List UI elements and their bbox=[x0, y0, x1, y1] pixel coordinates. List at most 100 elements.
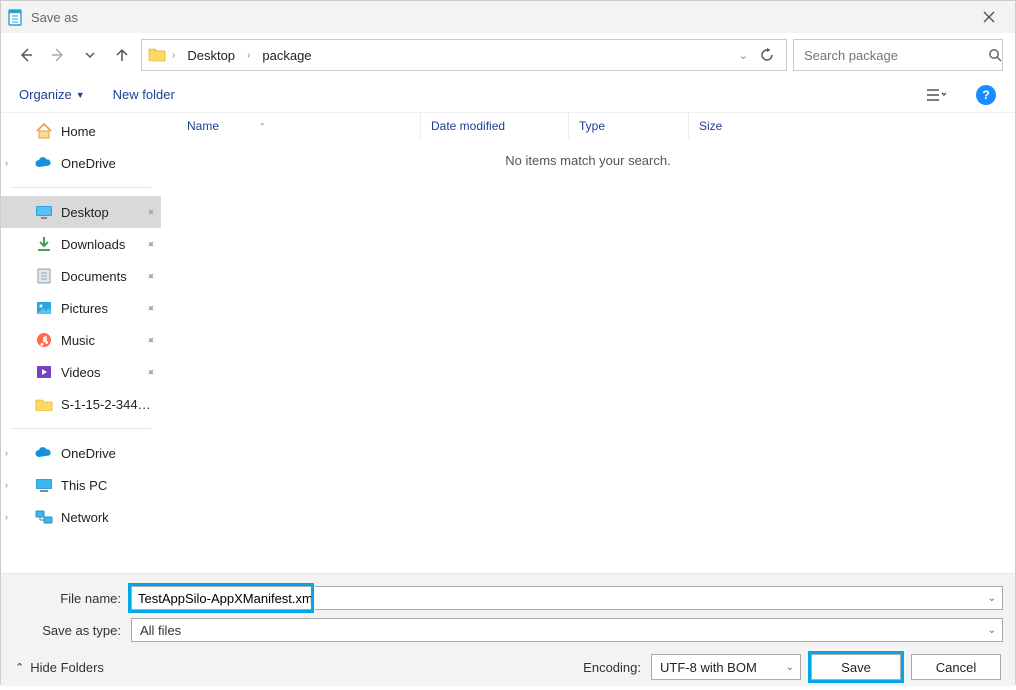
pin-icon: ✦ bbox=[143, 332, 159, 348]
sidebar-item-pictures[interactable]: Pictures ✦ bbox=[1, 292, 161, 324]
sidebar-label-onedrive: OneDrive bbox=[61, 156, 116, 171]
home-icon bbox=[35, 122, 53, 140]
savetype-label: Save as type: bbox=[13, 623, 127, 638]
network-icon bbox=[35, 508, 53, 526]
pin-icon: ✦ bbox=[143, 268, 159, 284]
folder-icon bbox=[35, 395, 53, 413]
filename-field-ext[interactable]: ⌄ bbox=[315, 586, 1003, 610]
onedrive-icon bbox=[35, 444, 53, 462]
search-icon[interactable] bbox=[988, 48, 1002, 62]
column-type[interactable]: Type bbox=[569, 113, 689, 139]
save-label: Save bbox=[841, 660, 871, 675]
breadcrumb-package[interactable]: package bbox=[256, 44, 317, 67]
sidebar-item-thispc[interactable]: › This PC bbox=[1, 469, 161, 501]
sidebar-item-onedrive2[interactable]: › OneDrive bbox=[1, 437, 161, 469]
save-button[interactable]: Save bbox=[811, 654, 901, 680]
sidebar-label-documents: Documents bbox=[61, 269, 127, 284]
toolbar: Organize ▼ New folder ? bbox=[1, 77, 1015, 113]
sidebar-item-network[interactable]: › Network bbox=[1, 501, 161, 533]
savetype-select[interactable]: All files ⌄ bbox=[131, 618, 1003, 642]
sidebar-label-sid: S-1-15-2-344944837… bbox=[61, 397, 157, 412]
column-size[interactable]: Size bbox=[689, 113, 789, 139]
filename-field[interactable] bbox=[131, 586, 311, 610]
sidebar-item-music[interactable]: Music ✦ bbox=[1, 324, 161, 356]
sidebar-item-desktop[interactable]: Desktop ✦ bbox=[1, 196, 161, 228]
sidebar-label-downloads: Downloads bbox=[61, 237, 125, 252]
navigation-row: › Desktop › package ⌄ bbox=[1, 33, 1015, 77]
help-button[interactable]: ? bbox=[975, 84, 997, 106]
organize-menu[interactable]: Organize ▼ bbox=[19, 87, 85, 102]
recent-dropdown[interactable] bbox=[77, 42, 103, 68]
sidebar-item-downloads[interactable]: Downloads ✦ bbox=[1, 228, 161, 260]
close-button[interactable] bbox=[969, 1, 1009, 33]
sort-asc-icon: ⌃ bbox=[259, 122, 266, 131]
expand-icon[interactable]: › bbox=[5, 158, 15, 168]
sidebar: Home › OneDrive Desktop ✦ Downloads ✦ bbox=[1, 113, 161, 573]
chevron-down-icon[interactable]: ⌄ bbox=[988, 593, 996, 604]
view-options-button[interactable] bbox=[925, 84, 947, 106]
window-title: Save as bbox=[31, 10, 78, 25]
forward-button[interactable] bbox=[45, 42, 71, 68]
encoding-value: UTF-8 with BOM bbox=[660, 660, 757, 675]
column-name[interactable]: Name ⌃ bbox=[161, 113, 421, 139]
chevron-up-icon: ⌃ bbox=[15, 661, 24, 674]
downloads-icon bbox=[35, 235, 53, 253]
pin-icon: ✦ bbox=[143, 300, 159, 316]
thispc-icon bbox=[35, 476, 53, 494]
refresh-button[interactable] bbox=[754, 48, 780, 62]
documents-icon bbox=[35, 267, 53, 285]
up-button[interactable] bbox=[109, 42, 135, 68]
sidebar-label-pictures: Pictures bbox=[61, 301, 108, 316]
sidebar-label-network: Network bbox=[61, 510, 109, 525]
sidebar-item-documents[interactable]: Documents ✦ bbox=[1, 260, 161, 292]
videos-icon bbox=[35, 363, 53, 381]
expand-icon[interactable]: › bbox=[5, 448, 15, 458]
search-input[interactable] bbox=[802, 47, 982, 64]
column-headers: Name ⌃ Date modified Type Size bbox=[161, 113, 1015, 139]
pin-icon: ✦ bbox=[143, 204, 159, 220]
help-icon: ? bbox=[976, 85, 996, 105]
new-folder-button[interactable]: New folder bbox=[113, 87, 175, 102]
chevron-right-icon[interactable]: › bbox=[172, 50, 175, 61]
bottom-panel: File name: ⌄ Save as type: All files ⌄ ⌃… bbox=[1, 573, 1015, 686]
filename-label: File name: bbox=[13, 591, 127, 606]
sidebar-label-desktop: Desktop bbox=[61, 205, 109, 220]
search-box[interactable] bbox=[793, 39, 1003, 71]
onedrive-icon bbox=[35, 154, 53, 172]
sidebar-label-home: Home bbox=[61, 124, 96, 139]
encoding-label: Encoding: bbox=[583, 660, 641, 675]
sidebar-item-sidfolder[interactable]: S-1-15-2-344944837… bbox=[1, 388, 161, 420]
separator bbox=[11, 428, 151, 429]
notepad-icon bbox=[7, 8, 23, 26]
separator bbox=[11, 187, 151, 188]
sidebar-label-thispc: This PC bbox=[61, 478, 107, 493]
hide-folders-button[interactable]: ⌃ Hide Folders bbox=[15, 660, 104, 675]
folder-icon bbox=[148, 46, 166, 64]
cancel-button[interactable]: Cancel bbox=[911, 654, 1001, 680]
chevron-down-icon[interactable]: ⌄ bbox=[786, 662, 794, 673]
sidebar-label-music: Music bbox=[61, 333, 95, 348]
titlebar: Save as bbox=[1, 1, 1015, 33]
chevron-down-icon[interactable]: ⌄ bbox=[988, 625, 996, 636]
sidebar-item-videos[interactable]: Videos ✦ bbox=[1, 356, 161, 388]
chevron-down-icon[interactable]: ⌄ bbox=[739, 49, 748, 62]
expand-icon[interactable]: › bbox=[5, 512, 15, 522]
filename-input[interactable] bbox=[132, 591, 320, 606]
music-icon bbox=[35, 331, 53, 349]
expand-icon[interactable]: › bbox=[5, 480, 15, 490]
breadcrumb-desktop[interactable]: Desktop bbox=[181, 44, 241, 67]
empty-state: No items match your search. bbox=[161, 139, 1015, 182]
sidebar-item-onedrive[interactable]: › OneDrive bbox=[1, 147, 161, 179]
sidebar-label-onedrive2: OneDrive bbox=[61, 446, 116, 461]
encoding-select[interactable]: UTF-8 with BOM ⌄ bbox=[651, 654, 801, 680]
desktop-icon bbox=[35, 203, 53, 221]
chevron-right-icon[interactable]: › bbox=[247, 50, 250, 61]
back-button[interactable] bbox=[13, 42, 39, 68]
cancel-label: Cancel bbox=[936, 660, 976, 675]
caret-down-icon: ▼ bbox=[76, 90, 85, 100]
sidebar-item-home[interactable]: Home bbox=[1, 115, 161, 147]
address-bar[interactable]: › Desktop › package ⌄ bbox=[141, 39, 787, 71]
savetype-value: All files bbox=[140, 623, 181, 638]
column-date[interactable]: Date modified bbox=[421, 113, 569, 139]
hide-folders-label: Hide Folders bbox=[30, 660, 104, 675]
